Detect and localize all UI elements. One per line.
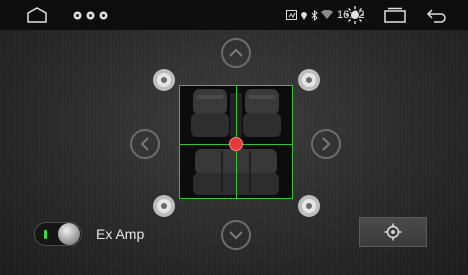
home-icon — [27, 7, 47, 23]
status-bar: 16:22 — [0, 0, 468, 30]
ex-amp-toggle[interactable] — [34, 222, 82, 246]
toggle-indicator-led — [44, 230, 47, 239]
brightness-button[interactable] — [342, 0, 368, 30]
recent-apps-icon — [384, 7, 406, 23]
bluetooth-icon — [311, 9, 318, 21]
speaker-rear-left-icon — [151, 193, 177, 219]
balance-left-button[interactable] — [130, 129, 160, 159]
speaker-front-right-icon — [296, 67, 322, 93]
balance-position-marker[interactable] — [229, 137, 243, 151]
app-notification-icon — [73, 11, 82, 20]
balance-down-button[interactable] — [221, 220, 251, 250]
home-button[interactable] — [22, 0, 52, 30]
wifi-icon — [321, 10, 333, 19]
toggle-knob — [58, 223, 80, 245]
balance-up-button[interactable] — [221, 38, 251, 68]
recent-apps-button[interactable] — [380, 0, 410, 30]
speaker-rear-right-icon — [296, 193, 322, 219]
speaker-front-left-icon — [151, 67, 177, 93]
app-notification-icon — [99, 11, 108, 20]
balance-right-button[interactable] — [311, 129, 341, 159]
chevron-left-icon — [140, 137, 149, 151]
sim-icon — [286, 10, 297, 20]
crosshair-icon — [384, 223, 402, 241]
back-icon — [426, 9, 446, 23]
chevron-right-icon — [322, 137, 331, 151]
notification-icons — [66, 0, 114, 30]
center-balance-button[interactable] — [359, 217, 427, 247]
chevron-down-icon — [229, 231, 243, 240]
ex-amp-label: Ex Amp — [96, 226, 145, 242]
app-notification-icon — [86, 11, 95, 20]
chevron-up-icon — [229, 48, 243, 57]
back-button[interactable] — [422, 0, 452, 30]
brightness-icon — [346, 6, 364, 24]
location-icon — [301, 11, 307, 20]
